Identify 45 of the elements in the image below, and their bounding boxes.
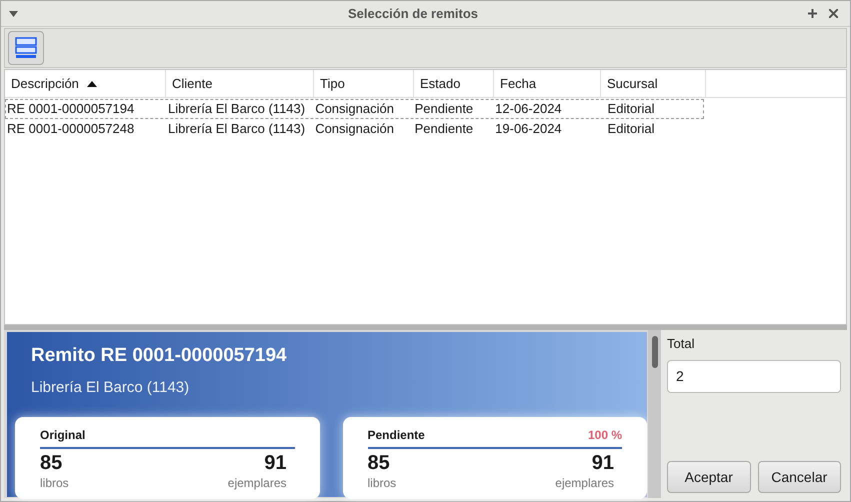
table-cell-text: 12-06-2024 [494,100,563,118]
dialog-button[interactable]: Cancelar [758,461,841,493]
column-header[interactable]: Fecha [494,70,601,97]
table-cell-text: Editorial [606,100,656,118]
copies-count: 91 [592,451,614,475]
scrollbar[interactable] [648,330,661,498]
books-count: 85 [368,451,390,475]
column-header[interactable]: Cliente [166,70,314,97]
table-cell-text: 19-06-2024 [494,120,563,138]
copies-label: ejemplares [228,475,286,491]
maximize-icon[interactable] [808,9,817,18]
remito-title: Remito RE 0001-0000057194 [31,344,288,368]
close-icon[interactable] [829,9,838,18]
books-label: libros [368,475,396,491]
table-cell-text: RE 0001-0000057248 [6,120,136,138]
percent-label: 100 % [588,427,622,444]
scrollbar-thumb[interactable] [652,336,658,368]
rows-icon [15,37,37,59]
table-cell-text: Editorial [606,120,656,138]
books-label: libros [40,475,69,491]
copies-count: 91 [264,451,286,475]
table-cell-text: Librería El Barco (1143) [167,120,306,138]
table-row[interactable]: RE 0001-0000057248 Librería El Barco (1143) Consignación Pendiente 19-06-2024 Editorial [5,119,704,139]
copies-label: ejemplares [555,475,614,491]
menu-icon[interactable] [9,10,18,16]
card-title: Original [40,427,86,444]
column-header[interactable]: Tipo [314,70,414,97]
table-cell-text: Librería El Barco (1143) [167,100,306,118]
table-row[interactable]: RE 0001-0000057194 Librería El Barco (1143) Consignación Pendiente 12-06-2024 Editorial [5,99,704,119]
window-title: Selección de remitos [348,6,478,21]
table-cell-text: Consignación [314,120,395,138]
books-count: 85 [40,451,62,475]
column-header[interactable]: Sucursal [601,70,706,97]
card-title: Pendiente [368,427,425,444]
total-label: Total [667,335,696,353]
table-cell-text: Consignación [314,100,395,118]
column-header[interactable]: Estado [414,70,494,97]
total-field[interactable]: 2 [667,360,841,392]
table-cell-text: Pendiente [414,120,474,138]
layout-button[interactable] [8,31,44,65]
client-name: Librería El Barco (1143) [31,378,190,398]
dialog-button[interactable]: Aceptar [667,461,750,493]
table-cell-text: Pendiente [414,100,474,118]
column-header[interactable]: Descripción [5,70,166,97]
table-cell-text: RE 0001-0000057194 [6,100,136,118]
